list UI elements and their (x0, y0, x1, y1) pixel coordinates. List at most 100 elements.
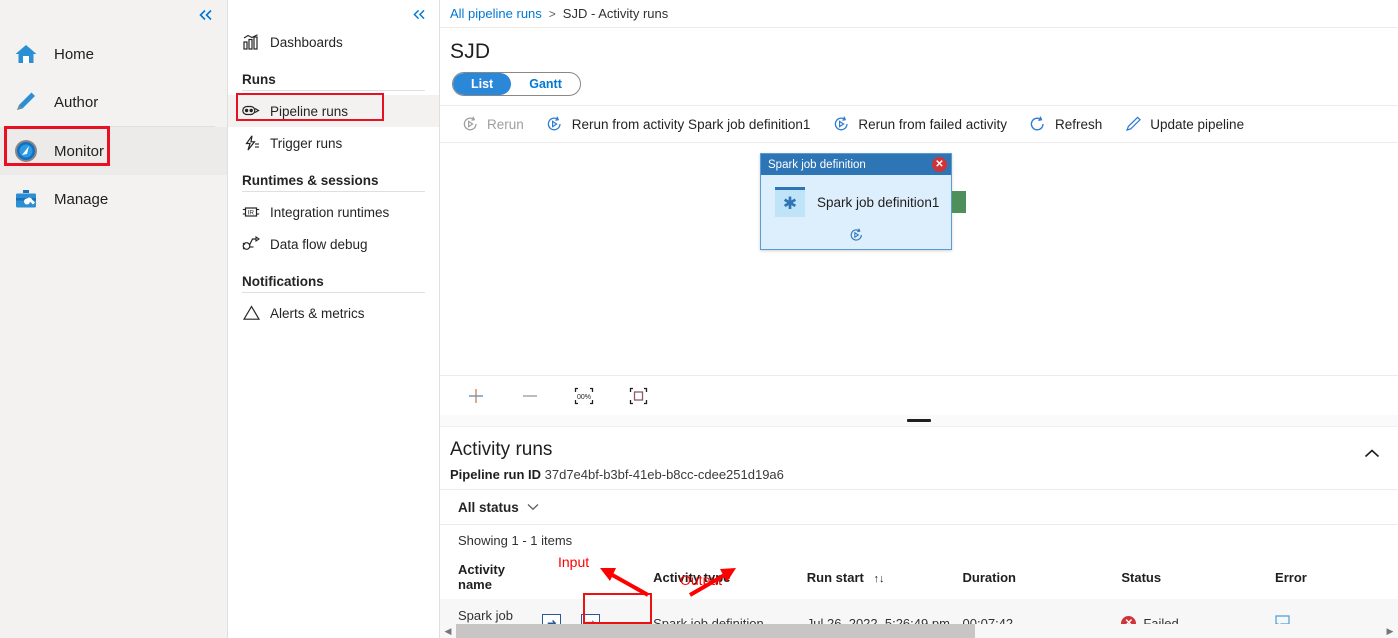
activity-node-spark-job-definition[interactable]: Spark job definition ✕ ✱ Spark job defin… (760, 153, 952, 250)
fit-to-screen-icon (629, 387, 648, 405)
node-rerun-action[interactable] (761, 221, 951, 249)
primary-sidebar: Home Author (0, 0, 228, 638)
refresh-button[interactable]: Refresh (1018, 109, 1113, 139)
showing-count: Showing 1 - 1 items (440, 525, 1398, 555)
pipeline-run-id-label: Pipeline run ID (450, 467, 541, 482)
all-status-filter[interactable]: All status (458, 500, 539, 515)
horizontal-scrollbar[interactable]: ◀ ▶ (440, 624, 1398, 638)
main-content: All pipeline runs > SJD - Activity runs … (440, 0, 1398, 638)
scroll-right-arrow[interactable]: ▶ (1382, 626, 1398, 637)
pencil-edit-icon (1124, 115, 1142, 133)
col-io (542, 555, 653, 599)
scroll-left-arrow[interactable]: ◀ (440, 626, 456, 637)
col-error[interactable]: Error (1275, 555, 1398, 599)
button-label: Rerun (487, 117, 524, 132)
table-header-row: Activity name Activity type Run start ↑↓… (440, 555, 1398, 599)
nav-group-divider (242, 90, 425, 91)
zoom-in-button[interactable] (462, 382, 490, 410)
home-icon (12, 40, 40, 68)
col-status[interactable]: Status (1121, 555, 1275, 599)
activity-runs-title: Activity runs (450, 439, 552, 461)
nav-item-data-flow-debug[interactable]: Data flow debug (228, 228, 439, 260)
scrollbar-track[interactable] (456, 624, 1382, 638)
nav-item-label: Alerts & metrics (270, 306, 365, 321)
scrollbar-thumb[interactable] (456, 624, 975, 638)
rerun-button[interactable]: Rerun (450, 109, 535, 139)
toggle-option-list[interactable]: List (453, 73, 511, 95)
nav-item-dashboards[interactable]: Dashboards (228, 26, 439, 58)
sidebar-item-label: Author (54, 94, 98, 111)
chevron-double-left-icon (199, 9, 213, 21)
col-duration[interactable]: Duration (963, 555, 1122, 599)
fit-to-screen-button[interactable] (624, 382, 652, 410)
breadcrumb-all-pipeline-runs[interactable]: All pipeline runs (450, 6, 542, 21)
pipeline-run-id-value: 37d7e4bf-b3bf-41eb-b8cc-cdee251d19a6 (545, 467, 784, 482)
chevron-double-left-icon (413, 9, 426, 20)
nav-item-integration-runtimes[interactable]: IR Integration runtimes (228, 196, 439, 228)
update-pipeline-button[interactable]: Update pipeline (1113, 109, 1255, 139)
nav-group-title-runtimes: Runtimes & sessions (228, 159, 439, 191)
nav-item-trigger-runs[interactable]: Trigger runs (228, 127, 439, 159)
sort-updown-icon[interactable]: ↑↓ (873, 573, 884, 585)
nav-group-divider (242, 292, 425, 293)
failed-x-icon: ✕ (932, 157, 947, 172)
panel-resize-splitter[interactable] (440, 415, 1398, 427)
activity-runs-panel: Activity runs Pipeline run ID 37d7e4bf-b… (440, 427, 1398, 638)
sidebar-item-manage[interactable]: Manage (0, 175, 227, 223)
nav-item-label: Dashboards (270, 35, 343, 50)
filter-label: All status (458, 500, 519, 515)
rerun-from-failed-activity-button[interactable]: Rerun from failed activity (821, 109, 1018, 139)
node-header-label: Spark job definition (768, 159, 866, 171)
integration-runtime-icon: IR (242, 203, 260, 221)
nav-item-label: Trigger runs (270, 136, 342, 151)
button-label: Rerun from activity Spark job definition… (572, 117, 811, 132)
table-header: Activity name Activity type Run start ↑↓… (440, 555, 1398, 599)
pipeline-canvas[interactable]: Spark job definition ✕ ✱ Spark job defin… (440, 143, 1398, 375)
col-activity-name[interactable]: Activity name (440, 555, 542, 599)
minus-icon (521, 387, 539, 405)
toggle-option-gantt[interactable]: Gantt (511, 73, 580, 95)
nav-group-title-runs: Runs (228, 58, 439, 90)
col-run-start-label: Run start (807, 570, 864, 585)
splitter-grip[interactable] (907, 419, 931, 422)
activity-runs-collapse-button[interactable] (1364, 439, 1380, 462)
refresh-icon (1029, 115, 1047, 133)
pipeline-runs-icon (242, 102, 260, 120)
pipeline-run-id-row: Pipeline run ID 37d7e4bf-b3bf-41eb-b8cc-… (440, 462, 1398, 489)
filter-bar: All status (440, 490, 1398, 524)
col-run-start[interactable]: Run start ↑↓ (807, 555, 963, 599)
sidebar-item-author[interactable]: Author (0, 78, 227, 126)
node-header: Spark job definition ✕ (761, 154, 951, 175)
monitor-nav-pane: Dashboards Runs Pipeline runs (228, 0, 440, 638)
spark-asterisk-icon: ✱ (775, 187, 805, 217)
pencil-icon (12, 88, 40, 116)
sidebar-item-monitor[interactable]: Monitor (0, 127, 227, 175)
activity-runs-header: Activity runs (440, 427, 1398, 462)
nav-collapse-button[interactable] (407, 2, 431, 26)
sidebar-item-home[interactable]: Home (0, 30, 227, 78)
node-success-connector[interactable] (952, 191, 966, 213)
zoom-out-button[interactable] (516, 382, 544, 410)
nav-item-label: Integration runtimes (270, 205, 389, 220)
button-label: Update pipeline (1150, 117, 1244, 132)
sidebar-collapse-button[interactable] (193, 2, 219, 28)
zoom-100-percent-icon: 00% (574, 387, 594, 405)
svg-text:IR: IR (248, 210, 255, 217)
button-label: Refresh (1055, 117, 1102, 132)
plus-icon (467, 387, 485, 405)
toolbox-icon (12, 185, 40, 213)
rerun-icon (461, 115, 479, 133)
view-toggle-wrapper: List Gantt (440, 72, 1398, 105)
zoom-to-100-button[interactable]: 00% (570, 382, 598, 410)
nav-item-alerts-and-metrics[interactable]: Alerts & metrics (228, 297, 439, 329)
nav-item-pipeline-runs[interactable]: Pipeline runs (228, 95, 439, 127)
col-activity-type[interactable]: Activity type (653, 555, 807, 599)
chevron-down-icon (527, 503, 539, 511)
sidebar-item-label: Home (54, 46, 94, 63)
view-toggle[interactable]: List Gantt (452, 72, 581, 96)
nav-item-label: Pipeline runs (270, 104, 348, 119)
rerun-from-activity-button[interactable]: Rerun from activity Spark job definition… (535, 109, 822, 139)
trigger-runs-icon (242, 134, 260, 152)
node-activity-name: Spark job definition1 (817, 195, 939, 210)
page-title: SJD (440, 28, 1398, 72)
